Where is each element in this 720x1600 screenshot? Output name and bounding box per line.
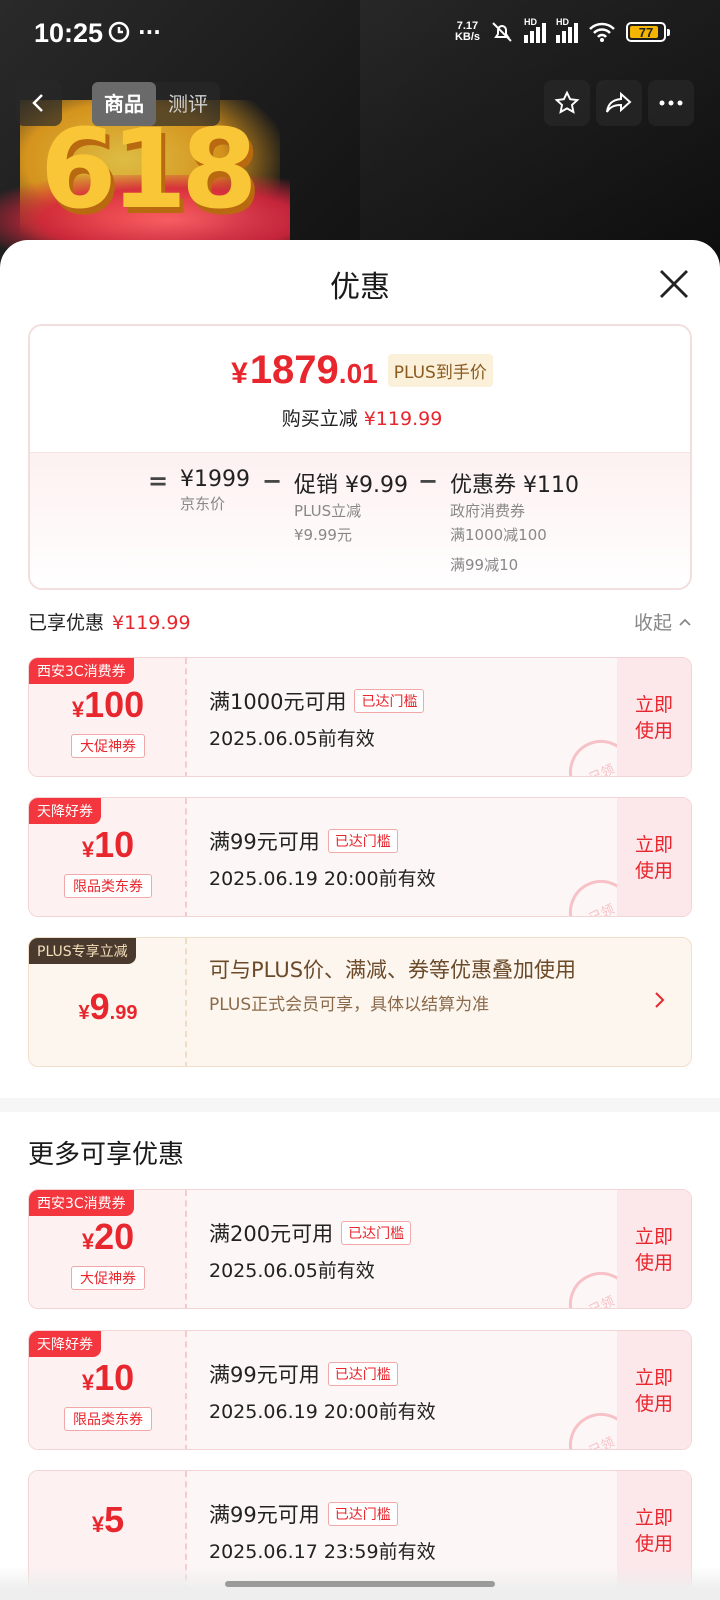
status-notification-icons: ··· <box>108 20 161 44</box>
coupon-validity: 2025.06.05前有效 <box>209 728 375 750</box>
collapse-button[interactable]: 收起 <box>634 608 692 635</box>
close-icon[interactable] <box>656 266 692 302</box>
more-discounts-title: 更多可享优惠 <box>28 1140 185 1170</box>
home-indicator[interactable] <box>225 1581 495 1587</box>
equals-sign: = <box>148 467 169 495</box>
use-now-button[interactable]: 立即使用 <box>617 1190 691 1308</box>
more-button[interactable] <box>648 80 694 126</box>
tab-review[interactable]: 测评 <box>156 82 220 126</box>
plus-amount: ¥9.99 <box>78 986 138 1027</box>
coupon-amount: ¥10 <box>81 1357 135 1398</box>
coupon-details: 满200元可用 已达门槛 2025.06.05前有效 <box>209 1218 412 1283</box>
chevron-left-icon <box>32 94 43 112</box>
tab-product[interactable]: 商品 <box>92 82 156 126</box>
use-now-button[interactable]: 立即使用 <box>617 1331 691 1449</box>
product-tabs: 商品 测评 <box>92 82 220 126</box>
coupon-card: 西安3C消费券 ¥20 大促神券 满200元可用 已达门槛 2025.06.05前… <box>28 1189 692 1309</box>
enjoyed-discount: 已享优惠 ¥119.99 <box>28 612 191 634</box>
coupon-amount: ¥20 <box>81 1216 135 1257</box>
coupon-badge: 西安3C消费券 <box>29 1190 134 1216</box>
coupon-discount: 优惠券 ¥110 政府消费券 满1000减100 满99减10 <box>450 473 579 574</box>
final-price: ¥ 1879 .01 PLUS到手价 <box>30 348 690 393</box>
price-breakdown: = ¥1999 京东价 − 促销 ¥9.99 PLUS立减 ¥9.99元 − 优… <box>30 452 690 588</box>
plus-description: 可与PLUS价、满减、券等优惠叠加使用 <box>209 958 577 982</box>
plus-discount-card[interactable]: PLUS专享立减 ¥9.99 可与PLUS价、满减、券等优惠叠加使用 PLUS正… <box>28 937 692 1067</box>
more-dots-icon <box>659 100 683 106</box>
share-icon <box>606 91 632 113</box>
coupon-validity: 2025.06.19 20:00前有效 <box>209 868 436 890</box>
coupon-details: 满99元可用 已达门槛 2025.06.19 20:00前有效 <box>209 829 436 890</box>
coupon-details: 满99元可用 已达门槛 2025.06.19 20:00前有效 <box>209 1362 436 1423</box>
coupon-amount: ¥100 <box>71 684 145 725</box>
battery-icon: 77 <box>626 22 670 42</box>
jd-price: ¥1999 京东价 <box>180 467 250 513</box>
minus-sign: − <box>418 467 439 495</box>
coupon-badge: 天降好券 <box>29 1331 101 1357</box>
signal-2-icon: HD <box>556 17 578 43</box>
use-now-button[interactable]: 立即使用 <box>617 798 691 916</box>
plus-badge: PLUS专享立减 <box>29 938 136 964</box>
coupon-amount: ¥10 <box>81 824 135 865</box>
threshold-reached-tag: 已达门槛 <box>327 829 398 853</box>
coupon-card: 天降好券 ¥10 限品类东券 满99元可用 已达门槛 2025.06.19 20:… <box>28 797 692 917</box>
sheet-title: 优惠 <box>330 270 390 305</box>
coupon-card: 西安3C消费券 ¥100 大促神券 满1000元可用 已达门槛 2025.06.0… <box>28 657 692 777</box>
favorite-button[interactable] <box>544 80 590 126</box>
threshold-reached-tag: 已达门槛 <box>327 1502 398 1526</box>
coupon-validity: 2025.06.19 20:00前有效 <box>209 1401 436 1423</box>
threshold-reached-tag: 已达门槛 <box>341 1221 412 1245</box>
use-now-button[interactable]: 立即使用 <box>617 658 691 776</box>
plus-price-tag: PLUS到手价 <box>387 354 493 387</box>
share-button[interactable] <box>596 80 642 126</box>
coupon-type: 大促神券 <box>29 1266 187 1290</box>
coupon-amount: ¥5 <box>91 1499 125 1540</box>
plus-details: 可与PLUS价、满减、券等优惠叠加使用 PLUS正式会员可享，具体以结算为准 <box>209 954 629 1015</box>
clock-icon <box>108 21 130 43</box>
minus-sign: − <box>262 467 283 495</box>
coupon-details: 满1000元可用 已达门槛 2025.06.05前有效 <box>209 686 425 751</box>
status-right-icons: 7.17 KB/s HD HD 77 <box>454 17 670 44</box>
star-icon <box>554 90 580 114</box>
coupon-card: 天降好券 ¥10 限品类东券 满99元可用 已达门槛 2025.06.19 20:… <box>28 1330 692 1450</box>
mute-bell-icon <box>492 22 512 42</box>
coupon-validity: 2025.06.05前有效 <box>209 1260 375 1282</box>
coupon-type: 限品类东券 <box>29 1407 187 1431</box>
nav-actions <box>544 80 694 126</box>
more-notifications-icon: ··· <box>138 20 161 44</box>
wifi-icon <box>589 22 615 42</box>
status-bar: 10:25 ··· 7.17 KB/s HD HD 77 <box>0 0 720 66</box>
coupon-validity: 2025.06.17 23:59前有效 <box>209 1541 436 1563</box>
back-button[interactable] <box>16 80 62 126</box>
section-divider <box>0 1098 720 1112</box>
network-speed: 7.17 KB/s <box>454 20 480 43</box>
coupon-badge: 天降好券 <box>29 798 101 824</box>
promo-discount: 促销 ¥9.99 PLUS立减 ¥9.99元 <box>294 473 408 544</box>
instant-discount: 购买立减 ¥119.99 <box>281 408 443 430</box>
discount-sheet: 优惠 ¥ 1879 .01 PLUS到手价 购买立减 ¥119.99 = ¥199… <box>0 240 720 1600</box>
price-summary-card: ¥ 1879 .01 PLUS到手价 购买立减 ¥119.99 = ¥1999 京… <box>28 324 692 590</box>
chevron-up-icon <box>679 618 691 626</box>
threshold-reached-tag: 已达门槛 <box>327 1362 398 1386</box>
status-time: 10:25 <box>34 18 104 48</box>
coupon-type: 限品类东券 <box>29 874 187 898</box>
threshold-reached-tag: 已达门槛 <box>354 689 425 713</box>
plus-note: PLUS正式会员可享，具体以结算为准 <box>209 995 490 1015</box>
coupon-details: 满99元可用 已达门槛 2025.06.17 23:59前有效 <box>209 1502 436 1563</box>
coupon-type: 大促神券 <box>29 734 187 758</box>
chevron-right-icon <box>655 992 665 1008</box>
coupon-badge: 西安3C消费券 <box>29 658 134 684</box>
signal-1-icon: HD <box>524 17 546 43</box>
